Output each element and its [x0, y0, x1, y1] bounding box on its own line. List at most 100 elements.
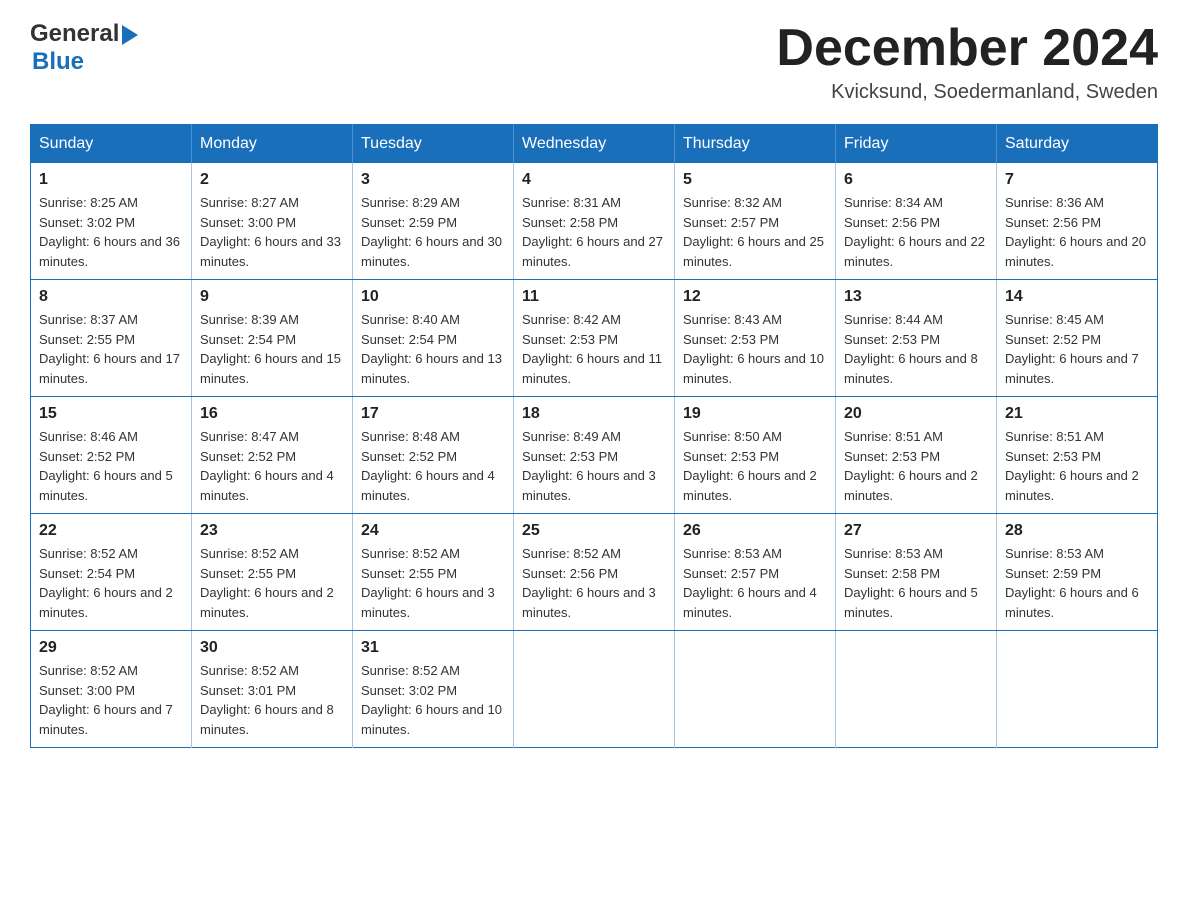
table-row: 2 Sunrise: 8:27 AMSunset: 3:00 PMDaylight…: [192, 163, 353, 280]
table-row: 14 Sunrise: 8:45 AMSunset: 2:52 PMDayligh…: [997, 280, 1158, 397]
table-row: 30Sunrise: 8:52 AMSunset: 3:01 PMDayligh…: [192, 631, 353, 748]
day-number: 23: [200, 522, 344, 540]
day-info: Sunrise: 8:40 AMSunset: 2:54 PMDaylight:…: [361, 310, 505, 388]
day-info: Sunrise: 8:43 AMSunset: 2:53 PMDaylight:…: [683, 310, 827, 388]
calendar-week-row: 15Sunrise: 8:46 AMSunset: 2:52 PMDayligh…: [31, 397, 1158, 514]
logo-general-text: General: [30, 20, 119, 48]
day-info: Sunrise: 8:34 AMSunset: 2:56 PMDaylight:…: [844, 193, 988, 271]
day-info: Sunrise: 8:52 AMSunset: 3:02 PMDaylight:…: [361, 661, 505, 739]
day-info: Sunrise: 8:52 AMSunset: 2:54 PMDaylight:…: [39, 544, 183, 622]
day-info: Sunrise: 8:47 AMSunset: 2:52 PMDaylight:…: [200, 427, 344, 505]
col-saturday: Saturday: [997, 125, 1158, 164]
day-info: Sunrise: 8:53 AMSunset: 2:57 PMDaylight:…: [683, 544, 827, 622]
day-number: 16: [200, 405, 344, 423]
day-info: Sunrise: 8:44 AMSunset: 2:53 PMDaylight:…: [844, 310, 988, 388]
day-number: 3: [361, 171, 505, 189]
page-header: General Blue December 2024 Kvicksund, So…: [30, 20, 1158, 104]
table-row: 24 Sunrise: 8:52 AMSunset: 2:55 PMDayligh…: [353, 514, 514, 631]
day-info: Sunrise: 8:52 AMSunset: 2:55 PMDaylight:…: [361, 544, 505, 622]
day-info: Sunrise: 8:49 AMSunset: 2:53 PMDaylight:…: [522, 427, 666, 505]
day-number: 7: [1005, 171, 1149, 189]
day-number: 24: [361, 522, 505, 540]
table-row: 17 Sunrise: 8:48 AMSunset: 2:52 PMDayligh…: [353, 397, 514, 514]
table-row: 23 Sunrise: 8:52 AMSunset: 2:55 PMDayligh…: [192, 514, 353, 631]
day-number: 20: [844, 405, 988, 423]
calendar-header-row: Sunday Monday Tuesday Wednesday Thursday…: [31, 125, 1158, 164]
day-number: 31: [361, 639, 505, 657]
day-info: Sunrise: 8:31 AMSunset: 2:58 PMDaylight:…: [522, 193, 666, 271]
day-info: Sunrise: 8:45 AMSunset: 2:52 PMDaylight:…: [1005, 310, 1149, 388]
table-row: 6 Sunrise: 8:34 AMSunset: 2:56 PMDaylight…: [836, 163, 997, 280]
day-number: 30: [200, 639, 344, 657]
day-number: 5: [683, 171, 827, 189]
col-wednesday: Wednesday: [514, 125, 675, 164]
day-number: 6: [844, 171, 988, 189]
month-title: December 2024: [776, 20, 1158, 77]
col-tuesday: Tuesday: [353, 125, 514, 164]
table-row: 4 Sunrise: 8:31 AMSunset: 2:58 PMDaylight…: [514, 163, 675, 280]
day-info: Sunrise: 8:48 AMSunset: 2:52 PMDaylight:…: [361, 427, 505, 505]
day-number: 11: [522, 288, 666, 306]
table-row: 31 Sunrise: 8:52 AMSunset: 3:02 PMDayligh…: [353, 631, 514, 748]
table-row: [997, 631, 1158, 748]
location-text: Kvicksund, Soedermanland, Sweden: [776, 81, 1158, 104]
day-info: Sunrise: 8:52 AMSunset: 2:56 PMDaylight:…: [522, 544, 666, 622]
table-row: 26Sunrise: 8:53 AMSunset: 2:57 PMDayligh…: [675, 514, 836, 631]
day-info: Sunrise: 8:53 AMSunset: 2:59 PMDaylight:…: [1005, 544, 1149, 622]
day-info: Sunrise: 8:52 AMSunset: 2:55 PMDaylight:…: [200, 544, 344, 622]
day-info: Sunrise: 8:27 AMSunset: 3:00 PMDaylight:…: [200, 193, 344, 271]
table-row: 13 Sunrise: 8:44 AMSunset: 2:53 PMDayligh…: [836, 280, 997, 397]
table-row: 9 Sunrise: 8:39 AMSunset: 2:54 PMDaylight…: [192, 280, 353, 397]
day-info: Sunrise: 8:53 AMSunset: 2:58 PMDaylight:…: [844, 544, 988, 622]
day-info: Sunrise: 8:52 AMSunset: 3:00 PMDaylight:…: [39, 661, 183, 739]
day-info: Sunrise: 8:51 AMSunset: 2:53 PMDaylight:…: [844, 427, 988, 505]
table-row: 10 Sunrise: 8:40 AMSunset: 2:54 PMDayligh…: [353, 280, 514, 397]
day-info: Sunrise: 8:37 AMSunset: 2:55 PMDaylight:…: [39, 310, 183, 388]
day-number: 14: [1005, 288, 1149, 306]
calendar-week-row: 29 Sunrise: 8:52 AMSunset: 3:00 PMDayligh…: [31, 631, 1158, 748]
logo: General Blue: [30, 20, 138, 76]
day-number: 21: [1005, 405, 1149, 423]
title-section: December 2024 Kvicksund, Soedermanland, …: [776, 20, 1158, 104]
day-number: 13: [844, 288, 988, 306]
day-number: 25: [522, 522, 666, 540]
table-row: 1 Sunrise: 8:25 AMSunset: 3:02 PMDaylight…: [31, 163, 192, 280]
col-friday: Friday: [836, 125, 997, 164]
table-row: 8 Sunrise: 8:37 AMSunset: 2:55 PMDaylight…: [31, 280, 192, 397]
table-row: [675, 631, 836, 748]
day-number: 12: [683, 288, 827, 306]
table-row: [514, 631, 675, 748]
table-row: 27 Sunrise: 8:53 AMSunset: 2:58 PMDayligh…: [836, 514, 997, 631]
calendar-week-row: 8 Sunrise: 8:37 AMSunset: 2:55 PMDaylight…: [31, 280, 1158, 397]
day-number: 2: [200, 171, 344, 189]
day-number: 18: [522, 405, 666, 423]
day-number: 27: [844, 522, 988, 540]
day-info: Sunrise: 8:39 AMSunset: 2:54 PMDaylight:…: [200, 310, 344, 388]
day-number: 17: [361, 405, 505, 423]
calendar-week-row: 1 Sunrise: 8:25 AMSunset: 3:02 PMDaylight…: [31, 163, 1158, 280]
day-info: Sunrise: 8:51 AMSunset: 2:53 PMDaylight:…: [1005, 427, 1149, 505]
day-info: Sunrise: 8:50 AMSunset: 2:53 PMDaylight:…: [683, 427, 827, 505]
day-number: 29: [39, 639, 183, 657]
day-number: 4: [522, 171, 666, 189]
day-number: 9: [200, 288, 344, 306]
day-number: 19: [683, 405, 827, 423]
table-row: 21 Sunrise: 8:51 AMSunset: 2:53 PMDayligh…: [997, 397, 1158, 514]
table-row: 22Sunrise: 8:52 AMSunset: 2:54 PMDayligh…: [31, 514, 192, 631]
table-row: 15Sunrise: 8:46 AMSunset: 2:52 PMDayligh…: [31, 397, 192, 514]
day-info: Sunrise: 8:29 AMSunset: 2:59 PMDaylight:…: [361, 193, 505, 271]
day-info: Sunrise: 8:25 AMSunset: 3:02 PMDaylight:…: [39, 193, 183, 271]
table-row: 11 Sunrise: 8:42 AMSunset: 2:53 PMDayligh…: [514, 280, 675, 397]
col-sunday: Sunday: [31, 125, 192, 164]
calendar-table: Sunday Monday Tuesday Wednesday Thursday…: [30, 124, 1158, 748]
day-number: 8: [39, 288, 183, 306]
day-number: 1: [39, 171, 183, 189]
table-row: 7 Sunrise: 8:36 AMSunset: 2:56 PMDaylight…: [997, 163, 1158, 280]
day-info: Sunrise: 8:46 AMSunset: 2:52 PMDaylight:…: [39, 427, 183, 505]
day-number: 28: [1005, 522, 1149, 540]
day-number: 10: [361, 288, 505, 306]
col-thursday: Thursday: [675, 125, 836, 164]
day-info: Sunrise: 8:42 AMSunset: 2:53 PMDaylight:…: [522, 310, 666, 388]
day-info: Sunrise: 8:36 AMSunset: 2:56 PMDaylight:…: [1005, 193, 1149, 271]
table-row: 25 Sunrise: 8:52 AMSunset: 2:56 PMDayligh…: [514, 514, 675, 631]
